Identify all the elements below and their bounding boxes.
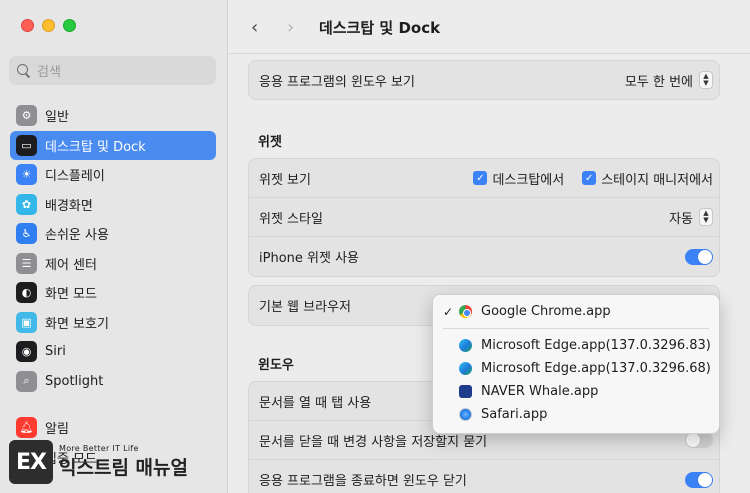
sidebar-item-wallpaper[interactable]: ✿ 배경화면 [10,190,216,220]
sidebar-item-screen-saver[interactable]: ▣ 화면 보호기 [10,308,216,338]
toolbar: ‹ › 데스크탑 및 Dock [229,0,750,54]
dock-icon: ▭ [16,134,37,156]
menu-item-chrome[interactable]: ✓ Google Chrome.app [433,300,719,323]
checkmark-icon: ✓ [443,304,454,319]
menu-item-edge-83[interactable]: Microsoft Edge.app(137.0.3296.83) [433,334,719,357]
section-title-windows: 윈도우 [258,358,294,373]
stepper-icon: ▲ ▼ [699,208,713,226]
screensaver-icon: ▣ [16,311,37,333]
popup-value: 모두 한 번에 [624,74,693,90]
setting-row: 응용 프로그램의 윈도우 보기 모두 한 번에 ▲ ▼ [249,61,719,99]
sidebar-item-siri[interactable]: ◉ Siri [10,337,216,367]
search-field[interactable]: 검색 [9,56,216,85]
setting-row: 위젯 보기 ✓ 데스크탑에서 ✓ 스테이지 매니저에서 [249,159,719,198]
menu-item-label: NAVER Whale.app [481,384,599,399]
menu-item-label: Microsoft Edge.app(137.0.3296.68) [481,361,711,376]
checkbox-stage-manager[interactable]: ✓ 스테이지 매니저에서 [582,169,713,188]
watermark-tagline: More Better IT Life [59,444,139,453]
watermark-title: 익스트림 매뉴얼 [59,457,188,479]
checkbox-desktop[interactable]: ✓ 데스크탑에서 [473,169,564,188]
setting-row: 위젯 스타일 자동 ▲ ▼ [249,198,719,237]
sidebar-nav: ⚙ 일반 ▭ 데스크탑 및 Dock ☀ 디스플레이 ✿ 배경화면 ♿ 손쉬운 … [10,101,216,472]
sidebar-item-appearance[interactable]: ◐ 화면 모드 [10,278,216,308]
sun-icon: ☀ [16,164,37,186]
menu-item-edge-68[interactable]: Microsoft Edge.app(137.0.3296.68) [433,357,719,380]
setting-label: 문서를 열 때 탭 사용 [259,395,372,411]
page-title: 데스크탑 및 Dock [319,19,441,37]
sidebar-item-control-center[interactable]: ☰ 제어 센터 [10,249,216,279]
edge-icon [459,362,472,375]
menu-item-whale[interactable]: NAVER Whale.app [433,380,719,403]
sidebar-item-accessibility[interactable]: ♿ 손쉬운 사용 [10,219,216,249]
checkmark-icon: ✓ [473,171,488,185]
appearance-icon: ◐ [16,282,37,304]
menu-separator [443,328,709,329]
whale-icon [459,385,472,398]
sidebar: 검색 ⚙ 일반 ▭ 데스크탑 및 Dock ☀ 디스플레이 ✿ 배경화면 ♿ 손… [0,0,228,493]
zoom-window-button[interactable] [63,19,76,32]
magnifier-icon: ⌕ [16,370,37,392]
sidebar-item-label: 제어 센터 [45,257,97,273]
menu-item-label: Microsoft Edge.app(137.0.3296.83) [481,338,711,353]
popup-value: 자동 [669,211,693,227]
menu-item-safari[interactable]: Safari.app [433,403,719,426]
minimize-window-button[interactable] [42,19,55,32]
checkbox-label: 스테이지 매니저에서 [601,172,713,188]
sidebar-item-label: 손쉬운 사용 [45,228,109,244]
close-windows-toggle[interactable] [685,471,713,488]
chrome-icon [459,305,472,318]
sidebar-item-label: 배경화면 [45,198,93,214]
close-window-button[interactable] [21,19,34,32]
sidebar-item-displays[interactable]: ☀ 디스플레이 [10,160,216,190]
toggles-icon: ☰ [16,252,37,274]
watermark-logo: EX [9,440,53,484]
setting-label: 기본 웹 브라우저 [259,300,351,315]
sidebar-item-label: 알림 [45,422,69,438]
widget-style-popup[interactable]: 자동 ▲ ▼ [669,198,713,236]
setting-row: 응용 프로그램을 종료하면 윈도우 닫기 [249,460,719,493]
setting-row: iPhone 위젯 사용 [249,237,719,276]
menu-item-label: Google Chrome.app [481,304,611,319]
sidebar-item-label: 화면 모드 [45,287,97,303]
menu-item-label: Safari.app [481,407,548,422]
sidebar-item-label: Spotlight [45,373,104,389]
search-placeholder: 검색 [37,65,61,80]
edge-icon [459,339,472,352]
window-controls [21,19,76,32]
iphone-widgets-toggle[interactable] [685,248,713,265]
setting-label: 위젯 스타일 [259,211,323,227]
setting-label: 응용 프로그램을 종료하면 윈도우 닫기 [259,474,467,489]
stepper-icon: ▲ ▼ [699,71,713,89]
widgets-card: 위젯 보기 ✓ 데스크탑에서 ✓ 스테이지 매니저에서 위젯 스타일 자동 ▲ ▼… [248,158,720,277]
sidebar-item-label: 디스플레이 [45,169,105,185]
sidebar-item-label: 일반 [45,110,69,126]
sidebar-item-spotlight[interactable]: ⌕ Spotlight [10,367,216,397]
sidebar-item-label: Siri [45,344,66,360]
safari-icon [459,408,472,421]
siri-icon: ◉ [16,341,37,363]
sidebar-item-label: 데스크탑 및 Dock [45,139,146,155]
watermark: EX More Better IT Life 익스트림 매뉴얼 [9,436,223,488]
browser-dropdown-menu: ✓ Google Chrome.app Microsoft Edge.app(1… [432,294,720,434]
accessibility-icon: ♿ [16,223,37,245]
ask-save-toggle[interactable] [685,432,713,448]
section-title-widgets: 위젯 [258,135,282,150]
forward-button[interactable]: › [287,17,294,38]
sidebar-item-general[interactable]: ⚙ 일반 [10,101,216,131]
setting-label: 위젯 보기 [259,172,311,188]
checkmark-icon: ✓ [582,171,597,185]
windows-pref-card: 응용 프로그램의 윈도우 보기 모두 한 번에 ▲ ▼ [248,60,720,100]
back-button[interactable]: ‹ [251,17,258,38]
sidebar-item-desktop-dock[interactable]: ▭ 데스크탑 및 Dock [10,130,216,160]
sidebar-item-label: 화면 보호기 [45,316,109,332]
gear-icon: ⚙ [16,105,37,127]
windows-pref-popup[interactable]: 모두 한 번에 ▲ ▼ [625,61,713,99]
setting-label: iPhone 위젯 사용 [259,251,359,266]
search-icon [17,63,31,78]
flower-icon: ✿ [16,193,37,215]
setting-label: 응용 프로그램의 윈도우 보기 [259,74,415,90]
checkbox-label: 데스크탑에서 [492,172,565,188]
